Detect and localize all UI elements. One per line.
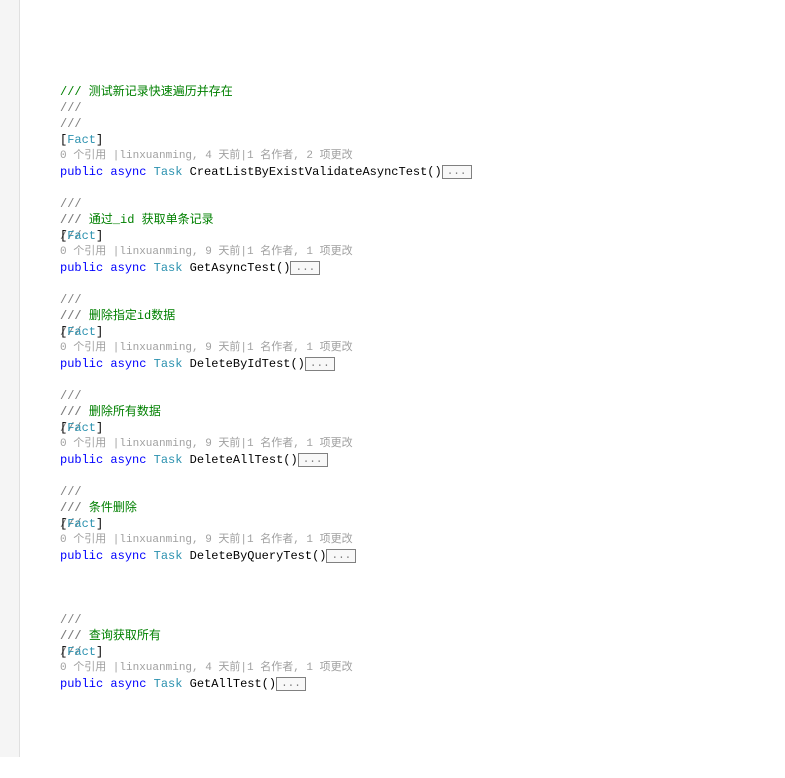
fold-ellipsis[interactable]: ... [326,549,356,563]
xml-returns: /// [60,500,785,516]
gutter [0,0,20,757]
xml-summary-text: /// 测试新记录快速遍历并存在 [60,84,785,100]
attribute-line: [Fact] [60,324,785,340]
method-signature: public async Task DeleteByQueryTest()... [60,548,785,564]
attribute-line: [Fact] [60,516,785,532]
xml-returns: /// [60,404,785,420]
method-signature: public async Task DeleteByIdTest()... [60,356,785,372]
codelens[interactable]: 0 个引用 |linxuanming, 9 天前|1 名作者, 1 项更改 [60,340,785,356]
codelens[interactable]: 0 个引用 |linxuanming, 4 天前|1 名作者, 1 项更改 [60,660,785,676]
blank-line [60,580,785,596]
xml-summary-open: /// /// 删除所有数据/// [60,388,785,404]
attribute-line: [Fact] [60,644,785,660]
method-signature: public async Task GetAllTest()... [60,676,785,692]
fold-ellipsis[interactable]: ... [298,453,328,467]
fold-ellipsis[interactable]: ... [442,165,472,179]
blank-line [60,596,785,612]
method-signature: public async Task CreatListByExistValida… [60,164,785,180]
method-signature: public async Task DeleteAllTest()... [60,452,785,468]
codelens[interactable]: 0 个引用 |linxuanming, 4 天前|1 名作者, 2 项更改 [60,148,785,164]
xml-summary-open: /// /// 条件删除/// [60,484,785,500]
fold-ellipsis[interactable]: ... [276,677,306,691]
xml-summary-open: /// /// 查询获取所有/// [60,612,785,628]
xml-returns: /// [60,628,785,644]
code-editor[interactable]: /// 测试新记录快速遍历并存在/// /// [Fact]0 个引用 |lin… [20,84,785,708]
xml-summary-open: /// /// 通过_id 获取单条记录/// [60,196,785,212]
blank-line [60,372,785,388]
xml-returns: /// [60,116,785,132]
blank-line [60,180,785,196]
attribute-line: [Fact] [60,420,785,436]
codelens[interactable]: 0 个引用 |linxuanming, 9 天前|1 名作者, 1 项更改 [60,532,785,548]
attribute-line: [Fact] [60,228,785,244]
codelens[interactable]: 0 个引用 |linxuanming, 9 天前|1 名作者, 1 项更改 [60,436,785,452]
method-signature: public async Task GetAsyncTest()... [60,260,785,276]
fold-ellipsis[interactable]: ... [290,261,320,275]
blank-line [60,564,785,580]
attribute-line: [Fact] [60,132,785,148]
fold-ellipsis[interactable]: ... [305,357,335,371]
xml-summary-close: /// [60,100,785,116]
blank-line [60,276,785,292]
blank-line [60,468,785,484]
codelens[interactable]: 0 个引用 |linxuanming, 9 天前|1 名作者, 1 项更改 [60,244,785,260]
blank-line [60,692,785,708]
xml-summary-open: /// /// 删除指定id数据/// [60,292,785,308]
